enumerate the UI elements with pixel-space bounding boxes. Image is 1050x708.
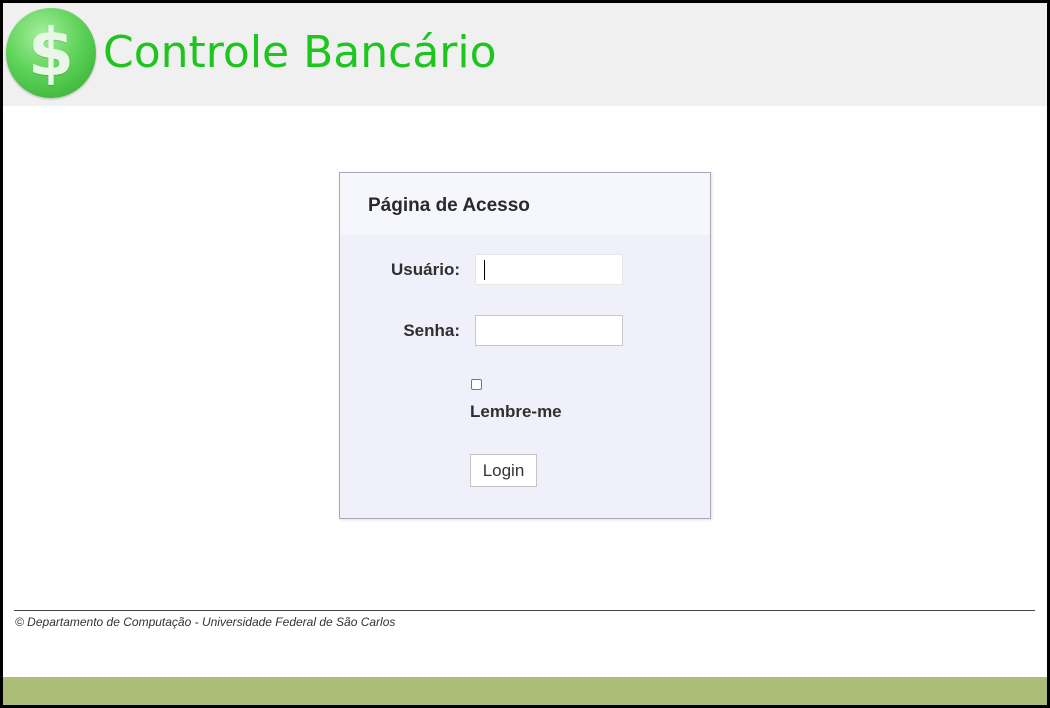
- password-label: Senha:: [403, 321, 460, 340]
- bottom-bar: [3, 677, 1047, 705]
- remember-me-checkbox[interactable]: [471, 379, 482, 390]
- dollar-logo-icon: $: [6, 8, 96, 98]
- footer-copyright: © Departamento de Computação - Universid…: [15, 615, 396, 629]
- password-input[interactable]: [475, 315, 623, 346]
- text-caret: [484, 260, 485, 280]
- username-label: Usuário:: [391, 260, 460, 279]
- login-button[interactable]: Login: [470, 454, 537, 487]
- app-title: Controle Bancário: [103, 27, 497, 78]
- footer-divider: [14, 610, 1035, 611]
- header-bar: $ Controle Bancário: [3, 3, 1047, 106]
- login-panel-header: Página de Acesso: [340, 173, 710, 235]
- remember-me-label[interactable]: Lembre-me: [470, 402, 562, 422]
- login-panel: Página de Acesso Usuário: Senha: Lembre-…: [339, 172, 711, 519]
- username-input[interactable]: [475, 254, 623, 285]
- login-heading: Página de Acesso: [368, 195, 530, 216]
